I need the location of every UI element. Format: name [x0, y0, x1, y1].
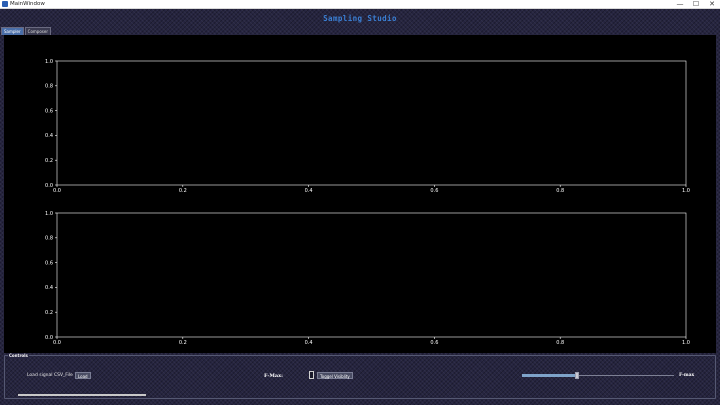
close-button[interactable]: ✕: [704, 0, 720, 9]
tab-composer[interactable]: Composer: [24, 27, 51, 35]
fmax-label: F-Max:: [264, 373, 284, 379]
x-tick-label: 0.4: [305, 340, 313, 346]
y-tick-label: 0.6: [45, 108, 53, 114]
axes-frame: [56, 212, 687, 338]
load-signal-label: Load signal CSV_File: [27, 373, 73, 378]
main-window: Sampling Studio Sampler Composer 0.0 0.2 0…: [0, 9, 720, 405]
x-tick-label: 0.2: [179, 340, 187, 346]
y-tick-label: 0.8: [45, 236, 53, 242]
slider-fill: [522, 374, 577, 377]
tab-bar: Sampler Composer: [1, 27, 51, 35]
load-button[interactable]: Load: [75, 372, 91, 379]
controls-title: Controls: [8, 353, 29, 359]
y-tick-label: 1.0: [45, 59, 53, 65]
x-tick-label: 1.0: [682, 188, 690, 194]
plot-panel: 0.0 0.2 0.4 0.6 0.8 1.0 0.0 0.2 0.4 0.6 0.8 1.0 0.0…: [4, 35, 716, 353]
app-icon: [2, 1, 8, 7]
minimize-button[interactable]: —: [672, 0, 688, 9]
y-tick-label: 0.0: [45, 335, 53, 341]
y-tick-label: 0.6: [45, 260, 53, 266]
y-tick-label: 0.0: [45, 183, 53, 189]
fmax-slider-label: F-max: [679, 373, 695, 378]
original-signal-plot[interactable]: 0.0 0.2 0.4 0.6 0.8 1.0 0.0 0.2 0.4 0.6 0.8 1.0: [4, 44, 716, 194]
maximize-button[interactable]: ☐: [688, 0, 704, 9]
controls-group: Controls Load signal CSV_File Load F-Max…: [4, 353, 716, 399]
window-titlebar: MainWindow — ☐ ✕: [0, 0, 720, 9]
y-tick-label: 0.2: [45, 158, 53, 164]
x-tick-label: 0.6: [430, 188, 438, 194]
tab-sampler[interactable]: Sampler: [1, 27, 24, 35]
fmax-slider[interactable]: [522, 372, 674, 379]
app-title: Sampling Studio: [323, 14, 397, 23]
x-tick-label: 1.0: [682, 340, 690, 346]
x-tick-label: 0.0: [53, 188, 61, 194]
plot-svg: 0.0 0.2 0.4 0.6 0.8 1.0 0.0 0.2 0.4 0.6 0.8 1.0: [45, 59, 690, 194]
x-tick-label: 0.8: [556, 340, 564, 346]
slider-handle[interactable]: [574, 372, 579, 379]
horizontal-scrollbar[interactable]: [18, 394, 146, 396]
plot-svg: 0.0 0.2 0.4 0.6 0.8 1.0 0.0 0.2 0.4 0.6 0.8 1.0: [45, 211, 690, 346]
visibility-checkbox[interactable]: [309, 371, 314, 379]
y-tick-label: 1.0: [45, 211, 53, 217]
x-tick-label: 0.8: [556, 188, 564, 194]
y-tick-label: 0.4: [45, 285, 53, 291]
y-tick-label: 0.2: [45, 310, 53, 316]
axes-frame: [56, 60, 687, 186]
x-tick-label: 0.2: [179, 188, 187, 194]
x-tick-label: 0.6: [430, 340, 438, 346]
sampled-signal-plot[interactable]: 0.0 0.2 0.4 0.6 0.8 1.0 0.0 0.2 0.4 0.6 0.8 1.0: [4, 196, 716, 346]
y-tick-label: 0.4: [45, 133, 53, 139]
toggle-visibility-button[interactable]: Toggel Visiblity: [317, 372, 353, 379]
window-title: MainWindow: [10, 1, 45, 7]
x-tick-label: 0.4: [305, 188, 313, 194]
x-tick-label: 0.0: [53, 340, 61, 346]
y-tick-label: 0.8: [45, 84, 53, 90]
